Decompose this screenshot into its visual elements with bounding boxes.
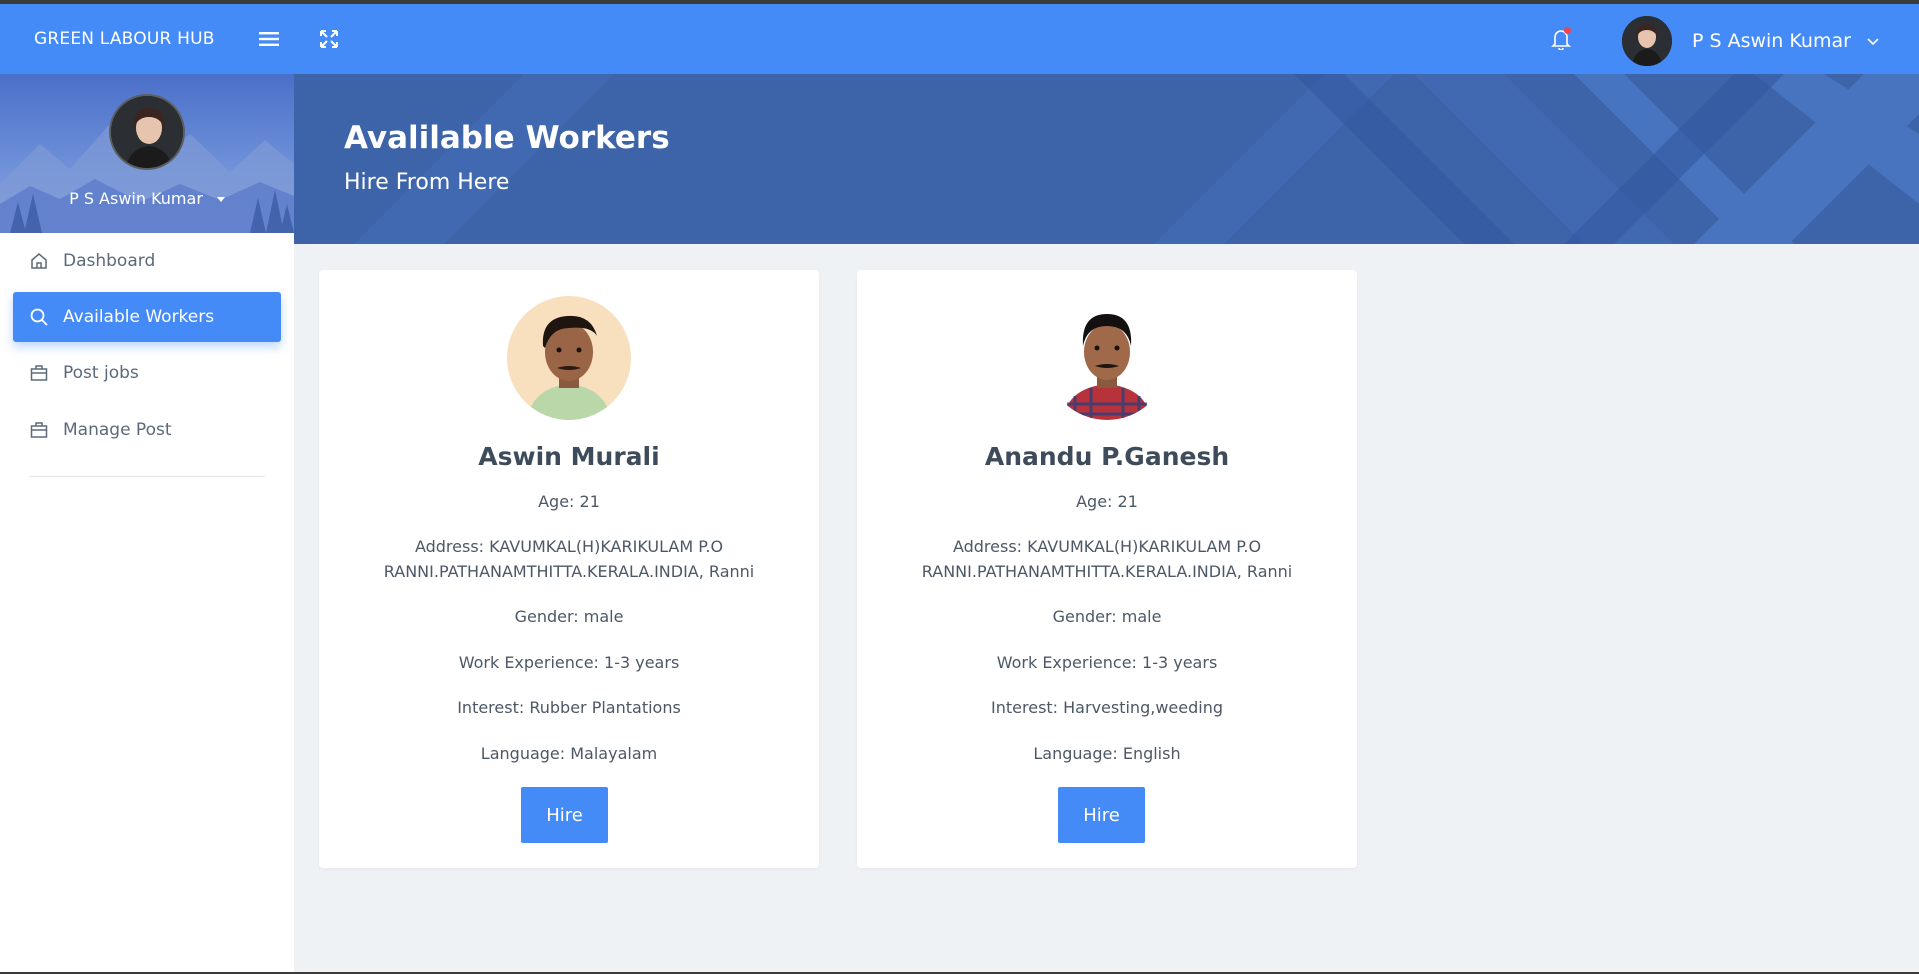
briefcase-icon xyxy=(29,420,49,440)
sidebar-profile: P S Aswin Kumar xyxy=(0,74,294,233)
worker-experience: Work Experience: 1-3 years xyxy=(996,653,1218,672)
worker-age: Age: 21 xyxy=(1076,492,1138,511)
profile-avatar[interactable] xyxy=(109,94,185,170)
worker-photo xyxy=(1045,296,1169,420)
worker-name: Aswin Murali xyxy=(478,442,660,471)
brand-logo[interactable]: GREEN LABOUR HUB xyxy=(34,4,215,74)
main-content: Avalilable Workers Hire From Here Aswin … xyxy=(294,74,1919,972)
header-pattern xyxy=(354,74,1919,244)
address-line-2: RANNI.PATHANAMTHITTA.KERALA.INDIA, Ranni xyxy=(383,562,755,581)
sidebar-item-label: Available Workers xyxy=(63,307,215,327)
fullscreen-button[interactable] xyxy=(316,26,342,52)
worker-name: Anandu P.Ganesh xyxy=(984,442,1230,471)
sidebar-divider xyxy=(29,476,265,477)
notification-dot xyxy=(1564,27,1571,34)
worker-age: Age: 21 xyxy=(538,492,600,511)
address-line-1: Address: KAVUMKAL(H)KARIKULAM P.O xyxy=(414,537,724,556)
worker-language: Language: English xyxy=(1033,744,1181,763)
worker-gender: Gender: male xyxy=(514,607,624,626)
sidebar-item-post-jobs[interactable]: Post jobs xyxy=(13,348,281,398)
worker-gender: Gender: male xyxy=(1052,607,1162,626)
page-subtitle: Hire From Here xyxy=(344,170,510,195)
page-header: Avalilable Workers Hire From Here xyxy=(294,74,1919,244)
hire-button[interactable]: Hire xyxy=(1058,787,1145,843)
profile-name-toggle[interactable]: P S Aswin Kumar xyxy=(0,189,294,208)
search-icon xyxy=(29,307,49,327)
profile-name: P S Aswin Kumar xyxy=(69,189,203,208)
page-title: Avalilable Workers xyxy=(344,120,670,156)
briefcase-icon xyxy=(29,363,49,383)
menu-icon xyxy=(259,32,279,46)
sidebar: P S Aswin Kumar Dashboard Available Work… xyxy=(0,74,294,972)
home-icon xyxy=(29,251,49,271)
avatar xyxy=(1622,16,1672,66)
app-frame: GREEN LABOUR HUB P S Aswin Kumar P S Asw… xyxy=(0,0,1919,974)
worker-interest: Interest: Harvesting,weeding xyxy=(991,698,1223,717)
user-menu[interactable]: P S Aswin Kumar xyxy=(1622,16,1881,66)
worker-interest: Interest: Rubber Plantations xyxy=(457,698,681,717)
address-line-2: RANNI.PATHANAMTHITTA.KERALA.INDIA, Ranni xyxy=(921,562,1293,581)
sidebar-item-label: Dashboard xyxy=(63,251,156,271)
hire-button[interactable]: Hire xyxy=(521,787,608,843)
worker-photo xyxy=(507,296,631,420)
chevron-down-icon xyxy=(1867,38,1879,46)
sidebar-item-available-workers[interactable]: Available Workers xyxy=(13,292,281,342)
fullscreen-icon xyxy=(320,30,338,48)
sidebar-item-dashboard[interactable]: Dashboard xyxy=(13,236,281,286)
worker-experience: Work Experience: 1-3 years xyxy=(458,653,680,672)
worker-card: Anandu P.Ganesh Age: 21 Address: KAVUMKA… xyxy=(857,270,1357,868)
worker-address: Address: KAVUMKAL(H)KARIKULAM P.O RANNI.… xyxy=(917,534,1297,584)
caret-down-icon xyxy=(216,197,225,202)
worker-language: Language: Malayalam xyxy=(480,744,658,763)
address-line-1: Address: KAVUMKAL(H)KARIKULAM P.O xyxy=(952,537,1262,556)
sidebar-item-manage-post[interactable]: Manage Post xyxy=(13,405,281,455)
menu-toggle-button[interactable] xyxy=(256,26,282,52)
worker-card: Aswin Murali Age: 21 Address: KAVUMKAL(H… xyxy=(319,270,819,868)
top-navbar: GREEN LABOUR HUB P S Aswin Kumar xyxy=(0,4,1919,74)
worker-address: Address: KAVUMKAL(H)KARIKULAM P.O RANNI.… xyxy=(379,534,759,584)
user-name: P S Aswin Kumar xyxy=(1692,30,1851,52)
sidebar-item-label: Manage Post xyxy=(63,420,172,440)
notifications-button[interactable] xyxy=(1548,26,1574,52)
sidebar-item-label: Post jobs xyxy=(63,363,139,383)
